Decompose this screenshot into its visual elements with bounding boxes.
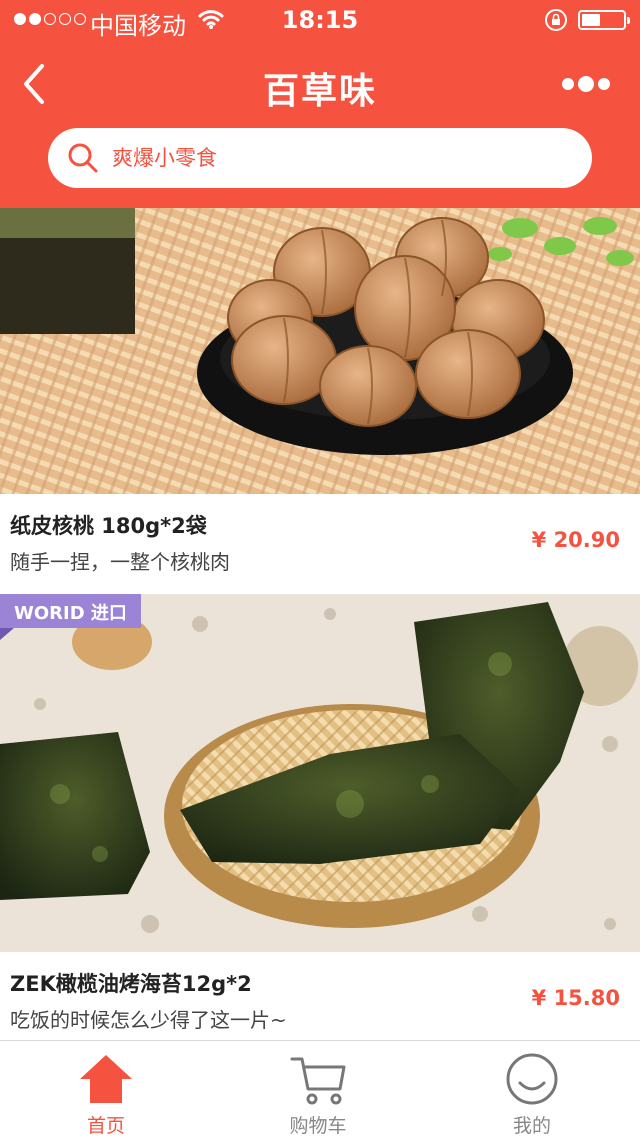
tab-bar: 首页 购物车 我的 [0,1040,640,1136]
product-image[interactable] [0,208,640,494]
tab-mine[interactable]: 我的 [452,1041,612,1136]
search-icon [68,143,98,173]
nav-bar: 百草味 [0,40,640,128]
import-badge: WORID 进口 [0,594,141,640]
cart-icon [290,1057,346,1105]
product-card[interactable]: WORID 进口 ZEK橄榄油烤海苔12g*2 吃饭的时候怎么少得了这一片~ ¥… [0,594,640,1052]
tab-home[interactable]: 首页 [26,1041,186,1136]
product-image[interactable]: WORID 进口 [0,594,640,952]
product-price: ¥ 20.90 [531,528,620,552]
search-bar[interactable] [48,128,592,188]
product-info: 纸皮核桃 180g*2袋 随手一捏，一整个核桃肉 ¥ 20.90 [0,494,640,594]
smiley-icon [506,1053,558,1105]
more-button[interactable] [562,70,618,98]
rotation-lock-icon [544,8,568,38]
product-name: 纸皮核桃 180g*2袋 [10,514,207,538]
product-card[interactable]: 纸皮核桃 180g*2袋 随手一捏，一整个核桃肉 ¥ 20.90 [0,208,640,594]
status-bar: 中国移动 18:15 [0,0,640,40]
product-desc: 吃饭的时候怎么少得了这一片~ [10,1008,287,1032]
product-info: ZEK橄榄油烤海苔12g*2 吃饭的时候怎么少得了这一片~ ¥ 15.80 [0,952,640,1052]
more-dots-icon [562,78,574,90]
tab-cart[interactable]: 购物车 [238,1041,398,1136]
page-title: 百草味 [262,71,377,112]
search-input[interactable] [112,146,552,170]
tab-label: 首页 [86,1115,125,1136]
product-name: ZEK橄榄油烤海苔12g*2 [10,972,252,996]
battery-icon [578,10,630,30]
tab-label: 购物车 [289,1115,347,1136]
product-price: ¥ 15.80 [531,986,620,1010]
product-desc: 随手一捏，一整个核桃肉 [10,550,230,574]
header: 中国移动 18:15 百草味 [0,0,640,208]
tab-label: 我的 [512,1115,551,1136]
home-icon [80,1055,132,1103]
